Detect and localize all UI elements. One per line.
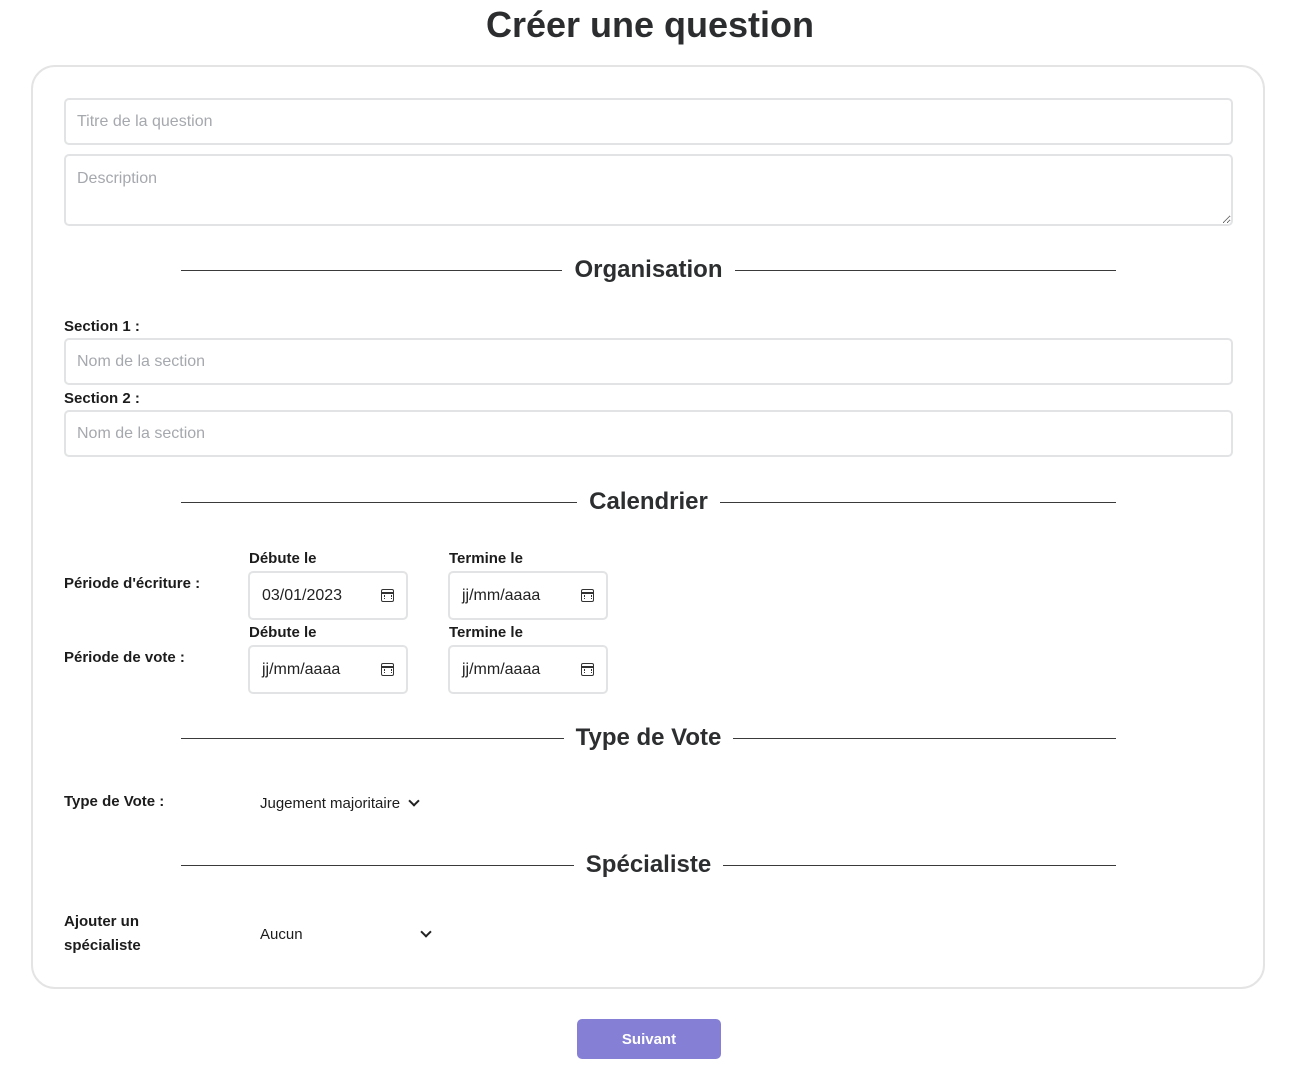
calendar-icon[interactable]: [581, 589, 594, 602]
question-title-input[interactable]: [64, 98, 1233, 145]
section-2-label: Section 2 :: [64, 390, 140, 407]
specialist-select[interactable]: Aucun: [260, 919, 432, 949]
vote-period-label: Période de vote :: [64, 649, 185, 666]
writing-period-label: Période d'écriture :: [64, 575, 201, 592]
section-1-name-input[interactable]: [64, 338, 1233, 385]
type-de-vote-divider: Type de Vote: [181, 723, 1116, 753]
chevron-down-icon: [408, 795, 420, 807]
calendrier-divider: Calendrier: [181, 487, 1116, 517]
calendrier-heading: Calendrier: [589, 488, 708, 515]
chevron-down-icon: [420, 926, 432, 938]
vote-start-date-value: jj/mm/aaaa: [262, 660, 341, 678]
vote-start-label: Débute le: [249, 624, 317, 641]
vote-end-date-value: jj/mm/aaaa: [462, 660, 541, 678]
specialist-selected-value: Aucun: [260, 925, 303, 943]
divider-line-right: [734, 269, 1116, 271]
writing-end-date-input[interactable]: jj/mm/aaaa: [448, 571, 608, 620]
specialist-label-line2: spécialiste: [64, 937, 141, 954]
writing-end-date-value: jj/mm/aaaa: [462, 586, 541, 604]
vote-start-date-input[interactable]: jj/mm/aaaa: [248, 645, 408, 694]
specialist-label-line1: Ajouter un: [64, 913, 139, 930]
specialiste-divider: Spécialiste: [181, 850, 1116, 880]
section-2-name-input[interactable]: [64, 410, 1233, 457]
divider-line-left: [181, 269, 563, 271]
page-title: Créer une question: [485, 4, 815, 45]
writing-start-date-value: 03/01/2023: [262, 586, 343, 604]
writing-start-label: Débute le: [249, 550, 317, 567]
section-1-label: Section 1 :: [64, 318, 140, 335]
divider-line-left: [181, 737, 564, 739]
divider-line-right: [719, 501, 1116, 503]
calendar-icon[interactable]: [381, 663, 394, 676]
writing-start-date-input[interactable]: 03/01/2023: [248, 571, 408, 620]
calendar-icon[interactable]: [381, 589, 394, 602]
question-description-textarea[interactable]: [64, 154, 1233, 226]
specialiste-heading: Spécialiste: [585, 851, 712, 878]
writing-end-label: Termine le: [449, 550, 523, 567]
organisation-heading: Organisation: [574, 256, 723, 283]
calendar-icon[interactable]: [581, 663, 594, 676]
vote-end-label: Termine le: [449, 624, 523, 641]
vote-type-label: Type de Vote :: [64, 793, 165, 810]
divider-line-left: [181, 501, 578, 503]
divider-line-left: [181, 864, 574, 866]
vote-type-selected-value: Jugement majoritaire: [260, 794, 401, 812]
type-de-vote-heading: Type de Vote: [575, 724, 722, 751]
divider-line-right: [733, 737, 1116, 739]
organisation-divider: Organisation: [181, 255, 1116, 285]
vote-end-date-input[interactable]: jj/mm/aaaa: [448, 645, 608, 694]
vote-type-select[interactable]: Jugement majoritaire: [260, 788, 440, 818]
next-button[interactable]: Suivant: [577, 1019, 721, 1059]
divider-line-right: [723, 864, 1116, 866]
